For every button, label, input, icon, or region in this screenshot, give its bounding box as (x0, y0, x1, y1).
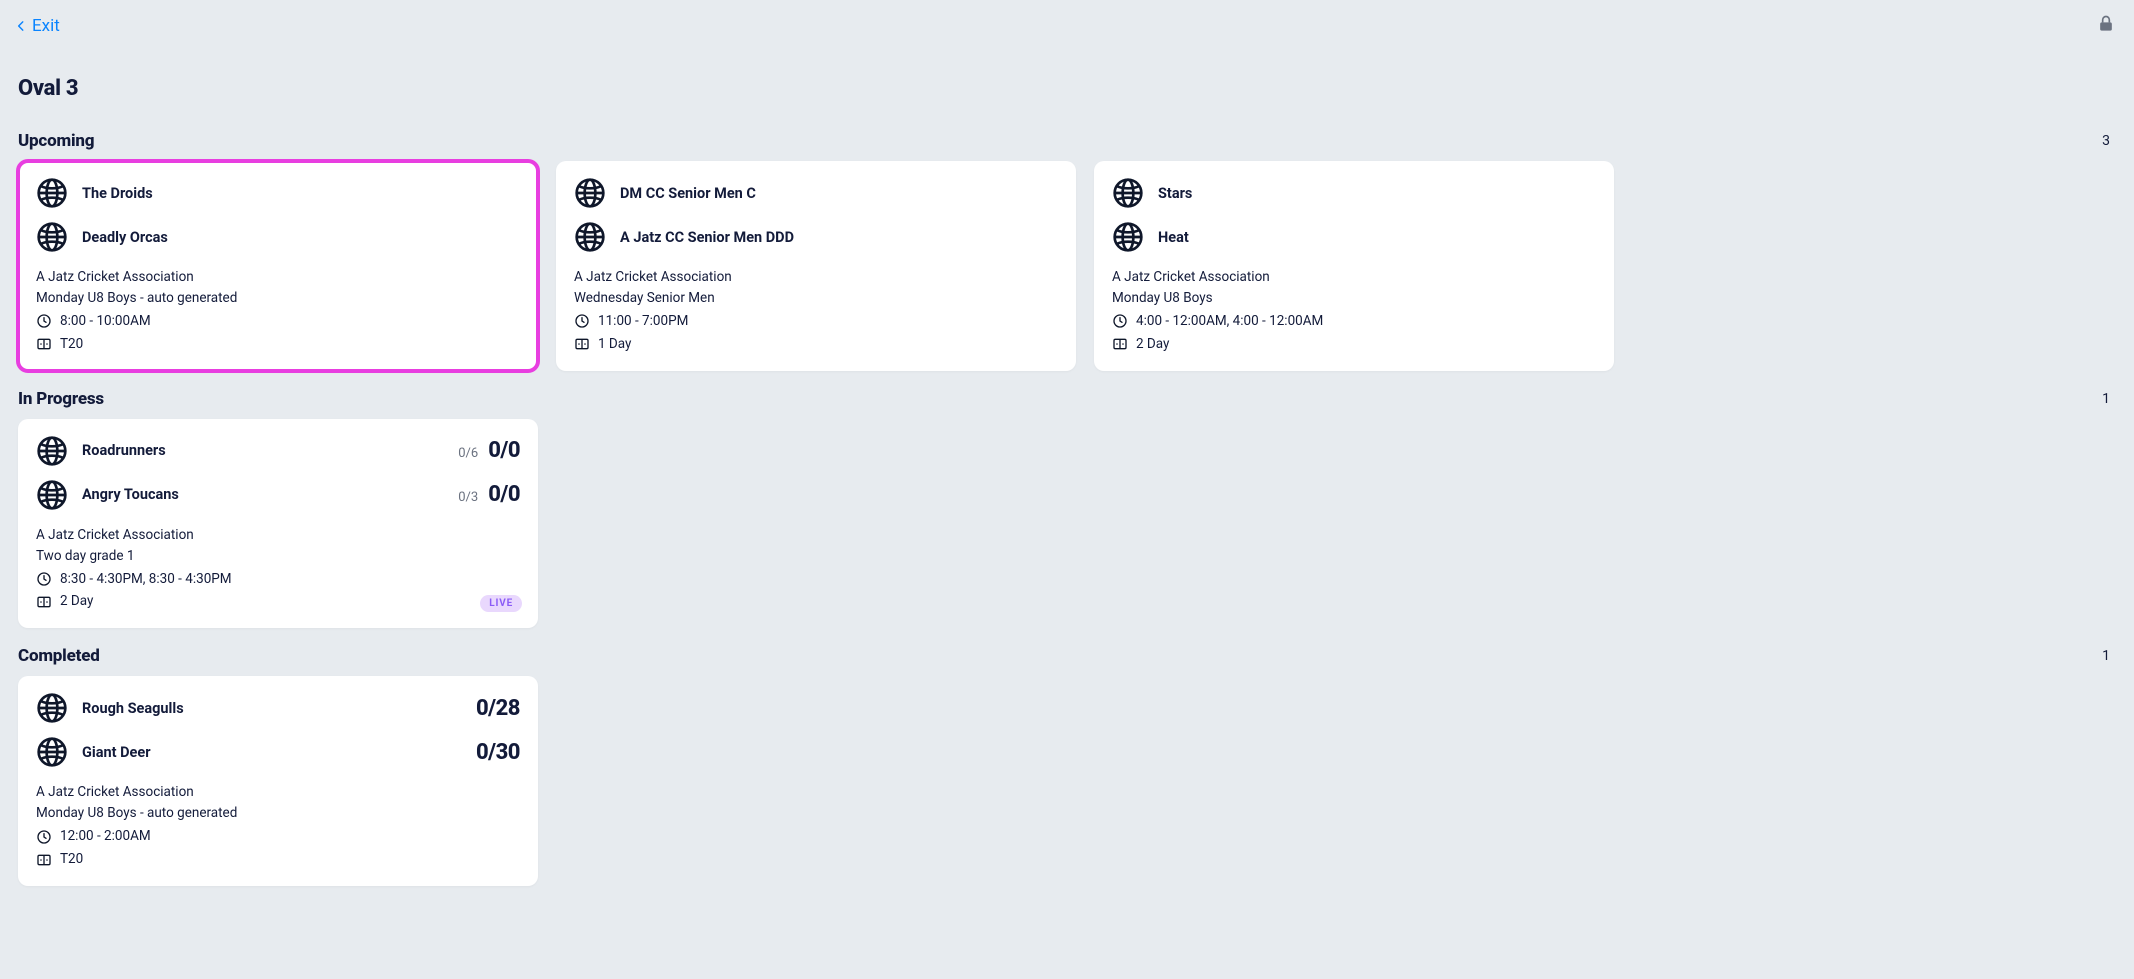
score-label: 0/0 (488, 438, 520, 463)
section-count-upcoming: 3 (2102, 133, 2116, 149)
time-label: 11:00 - 7:00PM (598, 311, 688, 332)
globe-icon (36, 479, 68, 511)
exit-link[interactable]: Exit (14, 16, 60, 36)
globe-icon (36, 736, 68, 768)
format-label: 2 Day (1136, 334, 1169, 355)
overs-label: 0/3 (458, 490, 478, 505)
scoreboard-icon (574, 336, 590, 352)
scoreboard-icon (36, 852, 52, 868)
globe-icon (36, 221, 68, 253)
scoreboard-icon (36, 594, 52, 610)
exit-label: Exit (32, 16, 60, 36)
lock-icon[interactable] (2096, 14, 2116, 38)
grade-label: Monday U8 Boys (1112, 288, 1596, 309)
team-name: Heat (1158, 229, 1189, 246)
grade-label: Wednesday Senior Men (574, 288, 1058, 309)
association-label: A Jatz Cricket Association (36, 525, 520, 546)
grade-label: Monday U8 Boys - auto generated (36, 803, 520, 824)
association-label: A Jatz Cricket Association (36, 267, 520, 288)
team-name: Angry Toucans (82, 486, 179, 503)
team-name: Roadrunners (82, 442, 166, 459)
time-label: 8:30 - 4:30PM, 8:30 - 4:30PM (60, 569, 232, 590)
live-badge: LIVE (480, 595, 522, 612)
score-label: 0/28 (476, 696, 520, 721)
section-title-upcoming: Upcoming (18, 131, 94, 151)
match-card[interactable]: Roadrunners 0/6 0/0 Angry Toucans 0/3 0/… (18, 419, 538, 629)
format-label: 2 Day (60, 591, 93, 612)
globe-icon (574, 177, 606, 209)
clock-icon (36, 313, 52, 329)
globe-icon (36, 435, 68, 467)
scoreboard-icon (36, 336, 52, 352)
score-label: 0/0 (488, 482, 520, 507)
clock-icon (574, 313, 590, 329)
team-name: Deadly Orcas (82, 229, 168, 246)
grade-label: Monday U8 Boys - auto generated (36, 288, 520, 309)
format-label: 1 Day (598, 334, 631, 355)
format-label: T20 (60, 334, 83, 355)
scoreboard-icon (1112, 336, 1128, 352)
time-label: 4:00 - 12:00AM, 4:00 - 12:00AM (1136, 311, 1323, 332)
team-name: Rough Seagulls (82, 700, 184, 717)
clock-icon (36, 829, 52, 845)
match-card[interactable]: Stars Heat A Jatz Cricket Association Mo… (1094, 161, 1614, 371)
grade-label: Two day grade 1 (36, 546, 520, 567)
section-title-completed: Completed (18, 646, 100, 666)
match-card[interactable]: The Droids Deadly Orcas A Jatz Cricket A… (18, 161, 538, 371)
match-card[interactable]: Rough Seagulls 0/28 Giant Deer 0/30 A Ja… (18, 676, 538, 886)
team-name: Giant Deer (82, 744, 151, 761)
section-count-in-progress: 1 (2102, 391, 2116, 407)
globe-icon (36, 692, 68, 724)
team-name: A Jatz CC Senior Men DDD (620, 229, 794, 246)
match-card[interactable]: DM CC Senior Men C A Jatz CC Senior Men … (556, 161, 1076, 371)
team-name: Stars (1158, 185, 1192, 202)
team-name: The Droids (82, 185, 153, 202)
page-title: Oval 3 (0, 46, 2134, 113)
format-label: T20 (60, 849, 83, 870)
section-title-in-progress: In Progress (18, 389, 104, 409)
globe-icon (36, 177, 68, 209)
overs-label: 0/6 (458, 446, 478, 461)
association-label: A Jatz Cricket Association (36, 782, 520, 803)
association-label: A Jatz Cricket Association (1112, 267, 1596, 288)
globe-icon (1112, 177, 1144, 209)
chevron-left-icon (14, 19, 28, 33)
association-label: A Jatz Cricket Association (574, 267, 1058, 288)
globe-icon (574, 221, 606, 253)
globe-icon (1112, 221, 1144, 253)
score-label: 0/30 (476, 740, 520, 765)
time-label: 12:00 - 2:00AM (60, 826, 151, 847)
team-name: DM CC Senior Men C (620, 185, 756, 202)
time-label: 8:00 - 10:00AM (60, 311, 151, 332)
section-count-completed: 1 (2102, 648, 2116, 664)
clock-icon (1112, 313, 1128, 329)
clock-icon (36, 571, 52, 587)
